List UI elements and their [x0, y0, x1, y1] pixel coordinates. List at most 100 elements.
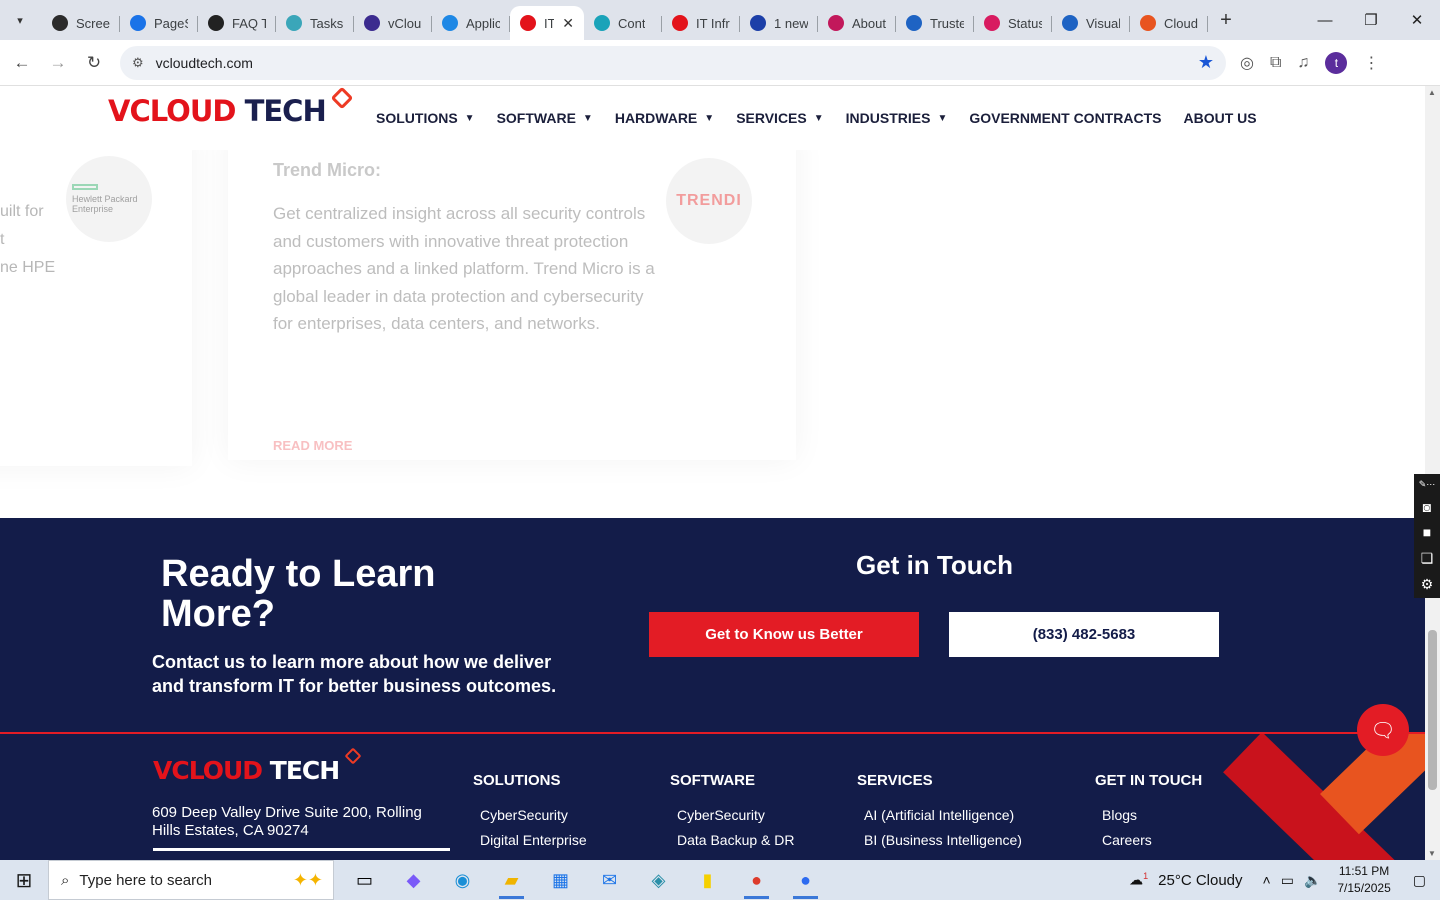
sticky-notes-icon[interactable]: ▮	[683, 860, 732, 900]
capture-options-icon[interactable]: ✎⋯	[1419, 479, 1436, 490]
footer-logo[interactable]: VCLOUD TECH	[153, 756, 340, 785]
page-viewport: VCLOUD TECH SOLUTIONS ▼ SOFTWARE ▼ HARDWARE ▼…	[0, 86, 1425, 860]
tab-label: Cont	[618, 15, 646, 31]
window-capture-icon[interactable]: ❏	[1421, 550, 1434, 567]
tab-search-icon[interactable]: ▾	[6, 6, 34, 34]
extensions-icon[interactable]: ⧉	[1270, 54, 1281, 72]
reload-button[interactable]: ↻	[76, 53, 112, 73]
task-view-icon[interactable]: ▭	[340, 860, 389, 900]
read-more-link[interactable]: READ MORE	[273, 438, 352, 453]
footer-link[interactable]: AI (Artificial Intelligence)	[857, 803, 1022, 828]
tab-label: Truste	[930, 15, 964, 31]
footer-link[interactable]: Cloud Migration	[857, 853, 1022, 860]
store-icon[interactable]: ▦	[536, 860, 585, 900]
windows-start-icon[interactable]: ⊞	[0, 860, 48, 900]
site-logo[interactable]: VCLOUD TECH	[108, 94, 327, 128]
minimize-button[interactable]: —	[1302, 0, 1348, 40]
browser-tab-strip: ▾ Screen PageS FAQ T Tasks vClou Applic IT ✕ Con…	[0, 0, 1440, 40]
menu-item-about-us[interactable]: ABOUT US	[1183, 110, 1256, 126]
page-scrollbar[interactable]: ▲ ▼	[1425, 86, 1440, 860]
scroll-down-icon[interactable]: ▼	[1428, 849, 1436, 858]
translate-icon[interactable]: ◎	[1240, 53, 1254, 73]
footer-link[interactable]: CyberSecurity	[473, 803, 587, 828]
footer-link[interactable]: BI (Business Intelligence)	[857, 828, 1022, 853]
footer-link[interactable]: Careers	[1095, 828, 1202, 853]
get-to-know-us-button[interactable]: Get to Know us Better	[649, 612, 919, 657]
back-button[interactable]: ←	[4, 53, 40, 73]
menu-item-hardware[interactable]: HARDWARE ▼	[615, 110, 714, 126]
menu-item-software[interactable]: SOFTWARE ▼	[497, 110, 593, 126]
browser-tab[interactable]: Visual	[1052, 6, 1130, 40]
taskbar-search[interactable]: ⌕ Type here to search ✦✦	[48, 860, 334, 900]
tab-favicon-icon	[1062, 15, 1078, 31]
browser-tab[interactable]: Screen	[42, 6, 120, 40]
volume-icon[interactable]: 🔈	[1304, 872, 1321, 889]
close-window-button[interactable]: ✕	[1394, 0, 1440, 40]
browser-tab[interactable]: Applic	[432, 6, 510, 40]
footer-link[interactable]: CyberSecurity	[670, 803, 795, 828]
settings-gear-icon[interactable]: ⚙	[1421, 576, 1434, 593]
phone-button[interactable]: (833) 482-5683	[949, 612, 1219, 657]
notifications-icon[interactable]: ▢	[1413, 872, 1426, 889]
tab-label: Applic	[466, 15, 500, 31]
weather-icon[interactable]: ☁1	[1129, 871, 1148, 889]
footer-link[interactable]: DevOps	[473, 853, 587, 860]
url-text: vcloudtech.com	[155, 54, 253, 71]
search-placeholder: Type here to search	[79, 871, 212, 889]
browser-tab[interactable]: PageS	[120, 6, 198, 40]
camera-icon[interactable]: ◙	[1423, 499, 1431, 515]
video-icon[interactable]: ■	[1423, 524, 1431, 540]
zoom-icon[interactable]: ●	[781, 860, 830, 900]
footer-link[interactable]: DevOps	[670, 853, 795, 860]
browser-tab[interactable]: Tasks	[276, 6, 354, 40]
footer-link[interactable]: Contact Us	[1095, 853, 1202, 860]
browser-tab[interactable]: FAQ T	[198, 6, 276, 40]
weather-badge: 1	[1143, 871, 1149, 882]
scrollbar-thumb[interactable]	[1428, 630, 1437, 790]
menu-item-government-contracts[interactable]: GOVERNMENT CONTRACTS	[969, 110, 1161, 126]
browser-tab[interactable]: Status	[974, 6, 1052, 40]
browser-menu-icon[interactable]: ⋮	[1363, 53, 1379, 73]
logo-cloud: CLOUD	[129, 94, 236, 128]
chat-icon[interactable]: 🗨	[1357, 704, 1409, 756]
clock[interactable]: 11:51 PM 7/15/2025	[1337, 863, 1390, 897]
browser-tab[interactable]: vClou	[354, 6, 432, 40]
tray-chevron-icon[interactable]: ˄	[1263, 872, 1271, 888]
mail-icon[interactable]: ✉	[585, 860, 634, 900]
browser-tab[interactable]: Cloud	[1130, 6, 1208, 40]
browser-tab[interactable]: 1 new	[740, 6, 818, 40]
file-explorer-icon[interactable]: ▰	[487, 860, 536, 900]
card-text-fragment: t	[0, 231, 5, 248]
network-icon[interactable]: ▭	[1281, 872, 1294, 889]
browser-tab[interactable]: About	[818, 6, 896, 40]
new-tab-button[interactable]: +	[1212, 9, 1240, 32]
browser-tab[interactable]: Cont	[584, 6, 662, 40]
chrome-icon[interactable]: ●	[732, 860, 781, 900]
app-icon[interactable]: ◈	[634, 860, 683, 900]
address-bar[interactable]: ⚙ vcloudtech.com ★	[120, 45, 1226, 80]
media-control-icon[interactable]: ♫	[1297, 54, 1309, 72]
menu-item-solutions[interactable]: SOLUTIONS ▼	[376, 110, 475, 126]
site-info-icon[interactable]: ⚙	[132, 55, 144, 71]
footer-link[interactable]: Blogs	[1095, 803, 1202, 828]
weather-text[interactable]: 25°C Cloudy	[1158, 872, 1242, 889]
forward-button[interactable]: →	[40, 53, 76, 73]
window-controls: — ❐ ✕	[1302, 0, 1440, 40]
maximize-button[interactable]: ❐	[1348, 0, 1394, 40]
tab-favicon-icon	[828, 15, 844, 31]
tab-label: Cloud	[1164, 15, 1198, 31]
scroll-up-icon[interactable]: ▲	[1428, 88, 1436, 97]
browser-tab[interactable]: IT ✕	[510, 6, 584, 40]
footer-link[interactable]: Digital Enterprise	[473, 828, 587, 853]
footer-link[interactable]: Data Backup & DR	[670, 828, 795, 853]
close-tab-icon[interactable]: ✕	[562, 15, 574, 32]
profile-avatar[interactable]: t	[1325, 51, 1348, 74]
bookmark-star-icon[interactable]: ★	[1198, 52, 1214, 73]
edge-icon[interactable]: ◉	[438, 860, 487, 900]
menu-item-industries[interactable]: INDUSTRIES ▼	[846, 110, 948, 126]
clock-date: 7/15/2025	[1337, 881, 1391, 895]
menu-item-services[interactable]: SERVICES ▼	[736, 110, 823, 126]
copilot-icon[interactable]: ◆	[389, 860, 438, 900]
browser-tab[interactable]: IT Infr	[662, 6, 740, 40]
browser-tab[interactable]: Truste	[896, 6, 974, 40]
